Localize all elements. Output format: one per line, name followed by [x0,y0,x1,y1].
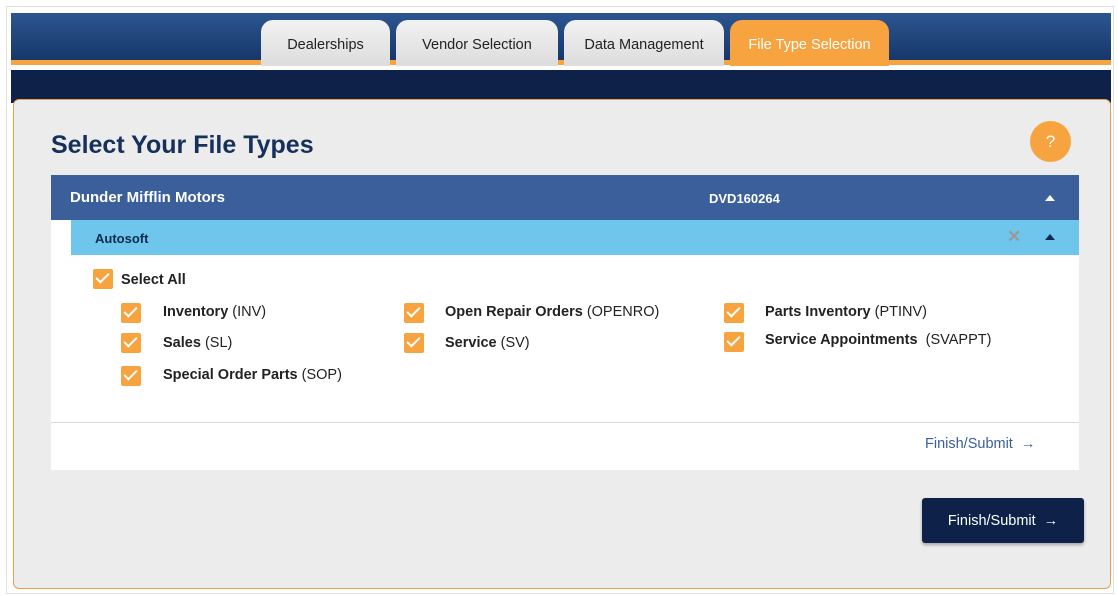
option-service-appointments-label: Service Appointments (SVAPPT) [765,332,992,348]
checkbox-parts-inventory[interactable] [724,303,744,323]
arrow-right-icon: → [1020,436,1036,452]
vendor-name: Autosoft [95,231,149,246]
file-type-panel: Select Your File Types ? Dunder Mifflin … [13,99,1111,589]
tab-dealerships[interactable]: Dealerships [261,20,390,66]
checkbox-special-order-parts[interactable] [121,366,141,386]
inline-finish-submit-label: Finish/Submit [925,436,1013,452]
finish-submit-label: Finish/Submit [947,512,1036,529]
checkbox-sales[interactable] [121,333,141,353]
inline-finish-submit-link[interactable]: Finish/Submit → [925,436,1035,452]
dealer-name: Dunder Mifflin Motors [70,189,225,206]
page-title: Select Your File Types [51,131,314,159]
collapse-vendor-icon[interactable] [1045,234,1055,240]
option-inventory-label: Inventory (INV) [163,304,267,320]
checkbox-open-repair-orders[interactable] [404,303,424,323]
select-all-label: Select All [121,272,186,288]
finish-submit-button[interactable]: Finish/Submit → [922,498,1084,543]
checkbox-service-appointments[interactable] [724,332,744,352]
top-nav-bar: Dealerships Vendor Selection Data Manage… [11,13,1111,66]
option-parts-inventory-label: Parts Inventory (PTINV) [765,304,927,320]
arrow-right-icon: → [1043,512,1059,529]
remove-vendor-icon[interactable]: ✕ [1007,227,1021,247]
section-divider [51,422,1079,423]
option-sales-label: Sales (SL) [163,335,233,351]
option-special-order-parts-label: Special Order Parts (SOP) [163,367,342,383]
vendor-header[interactable]: Autosoft ✕ [71,220,1079,255]
select-all-checkbox[interactable] [93,269,113,289]
dealer-code: DVD160264 [709,191,780,206]
tab-vendor-selection[interactable]: Vendor Selection [396,20,558,66]
option-open-repair-orders-label: Open Repair Orders (OPENRO) [445,304,660,320]
app-frame: Dealerships Vendor Selection Data Manage… [6,6,1114,594]
checkbox-inventory[interactable] [121,303,141,323]
collapse-dealer-icon[interactable] [1045,195,1055,201]
dealer-body: Autosoft ✕ Select All Inventory (INV) Op… [51,220,1079,470]
option-service-label: Service (SV) [445,335,530,351]
checkbox-service[interactable] [404,333,424,353]
help-button[interactable]: ? [1030,121,1071,162]
dealer-header[interactable]: Dunder Mifflin Motors DVD160264 [51,175,1079,220]
tab-file-type-selection[interactable]: File Type Selection [730,20,889,66]
tab-data-management[interactable]: Data Management [564,20,724,66]
